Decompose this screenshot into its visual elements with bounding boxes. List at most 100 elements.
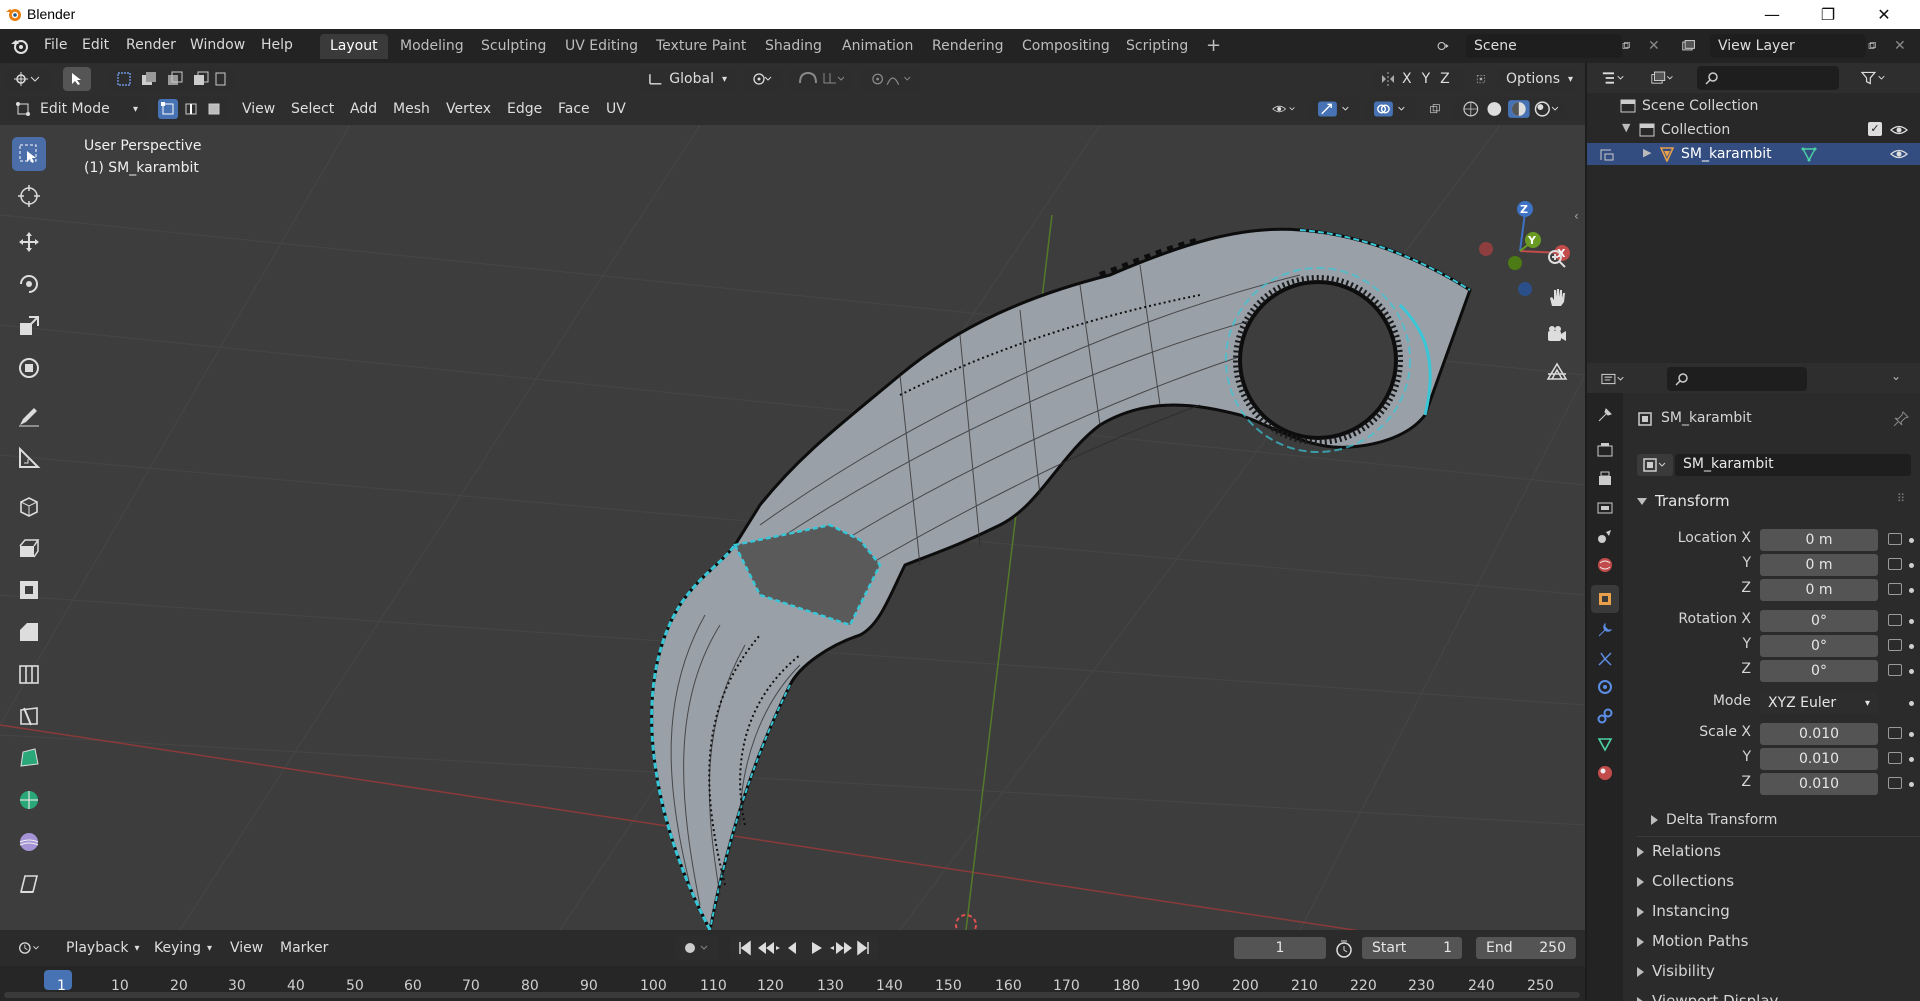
spin-tool[interactable] [12, 783, 46, 817]
keyframe-dot-icon[interactable] [1909, 644, 1914, 649]
object-name-field[interactable]: SM_karambit [1675, 454, 1911, 476]
viewport-menu-edge[interactable]: Edge [499, 97, 550, 121]
rotation-mode-dropdown[interactable]: XYZ Euler ▾ [1760, 692, 1878, 714]
tab-sculpting[interactable]: Sculpting [471, 34, 556, 59]
world-tab-icon[interactable] [1597, 557, 1613, 573]
properties-editor-type-icon[interactable] [1593, 367, 1635, 391]
viewport-menu-view[interactable]: View [234, 97, 283, 121]
collection-exclude-checkbox[interactable]: ✓ [1868, 122, 1882, 136]
collections-panel-header[interactable]: Collections [1637, 872, 1734, 890]
menu-window[interactable]: Window [190, 37, 245, 53]
transform-orientation-dropdown[interactable]: Global ▾ [640, 67, 735, 91]
snap-toggle[interactable] [790, 67, 852, 91]
particles-tab-icon[interactable] [1597, 651, 1613, 667]
keyframe-dot-icon[interactable] [1909, 563, 1914, 568]
lock-icon[interactable] [1888, 752, 1902, 764]
keyframe-dot-icon[interactable] [1909, 732, 1914, 737]
view-layer-field[interactable]: View Layer [1710, 34, 1866, 58]
minimize-button[interactable]: — [1744, 0, 1800, 29]
timeline-menu-keying[interactable]: Keying ▾ [146, 936, 220, 960]
object-expand-icon[interactable]: ▶ [1643, 146, 1651, 159]
viewport-menu-add[interactable]: Add [342, 97, 385, 121]
start-frame-field[interactable]: Start 1 [1362, 937, 1462, 959]
constraints-tab-icon[interactable] [1597, 708, 1613, 724]
karambit-mesh[interactable] [650, 227, 1472, 930]
view-layer-tab-icon[interactable] [1597, 500, 1613, 516]
location-x-field[interactable]: 0 m [1760, 529, 1878, 551]
lock-icon[interactable] [1888, 639, 1902, 651]
gizmo-toggle[interactable] [1310, 97, 1360, 121]
editor-type-icon[interactable] [6, 67, 50, 91]
select-tool-icon[interactable] [63, 67, 91, 91]
annotate-tool[interactable] [12, 399, 46, 433]
menu-help[interactable]: Help [261, 37, 293, 53]
data-tab-icon[interactable] [1597, 736, 1613, 752]
timeline-editor-type-icon[interactable] [10, 936, 50, 960]
mode-dropdown[interactable]: Edit Mode ▾ [8, 97, 146, 121]
knife-tool[interactable] [12, 699, 46, 733]
playback-controls[interactable] [730, 936, 878, 960]
keyframe-dot-icon[interactable] [1909, 669, 1914, 674]
rotation-y-field[interactable]: 0° [1760, 635, 1878, 657]
select-box-tool[interactable] [12, 137, 46, 171]
viewport-menu-select[interactable]: Select [283, 97, 342, 121]
keyframe-dot-icon[interactable] [1909, 701, 1914, 706]
keyframe-dot-icon[interactable] [1909, 588, 1914, 593]
new-scene-icon[interactable] [1614, 34, 1638, 58]
transform-panel-header[interactable]: Transform ⠿ [1637, 492, 1920, 512]
add-workspace-button[interactable]: + [1196, 31, 1231, 56]
lock-icon[interactable] [1888, 614, 1902, 626]
camera-icon[interactable] [1546, 324, 1568, 346]
proportional-editing-toggle[interactable] [862, 67, 920, 91]
lock-icon[interactable] [1888, 583, 1902, 595]
outliner-editor-type-icon[interactable] [1593, 66, 1635, 90]
smooth-tool[interactable] [12, 825, 46, 859]
bevel-tool[interactable] [12, 615, 46, 649]
options-dropdown[interactable]: Options ▾ [1498, 67, 1576, 91]
scene-tab-icon[interactable] [1597, 528, 1613, 544]
panel-drag-handle-icon[interactable]: ⠿ [1897, 492, 1905, 505]
motion-paths-panel-header[interactable]: Motion Paths [1637, 932, 1748, 950]
rotate-tool[interactable] [12, 267, 46, 301]
physics-tab-icon[interactable] [1597, 679, 1613, 695]
menu-file[interactable]: File [44, 37, 67, 53]
move-tool[interactable] [12, 225, 46, 259]
viewport-menu-uv[interactable]: UV [598, 97, 634, 121]
viewport-display-panel-header[interactable]: Viewport Display [1637, 992, 1778, 1001]
material-tab-icon[interactable] [1597, 765, 1613, 781]
viewport-scene[interactable] [0, 125, 1585, 930]
mirror-axes-toggle[interactable]: X Y Z [1372, 67, 1464, 91]
lock-icon[interactable] [1888, 533, 1902, 545]
object-datablock-dropdown[interactable] [1637, 454, 1673, 476]
new-view-layer-icon[interactable] [1860, 34, 1884, 58]
keyframe-dot-icon[interactable] [1909, 782, 1914, 787]
viewport-menu-mesh[interactable]: Mesh [385, 97, 438, 121]
xray-toggle-icon[interactable] [1422, 97, 1448, 121]
visibility-panel-header[interactable]: Visibility [1637, 962, 1715, 980]
poly-build-tool[interactable] [12, 741, 46, 775]
outliner-search-input[interactable] [1697, 66, 1839, 90]
keyframe-dot-icon[interactable] [1909, 619, 1914, 624]
select-mode-toggles[interactable] [155, 97, 227, 121]
keyframe-dot-icon[interactable] [1909, 538, 1914, 543]
filter-dropdown[interactable] [1853, 66, 1895, 90]
loop-cut-tool[interactable] [12, 657, 46, 691]
auto-keying-toggle[interactable] [675, 936, 719, 960]
edge-select-icon[interactable] [181, 99, 201, 119]
properties-search-input[interactable] [1667, 367, 1807, 391]
pan-hand-icon[interactable] [1546, 286, 1568, 308]
timeline-menu-marker[interactable]: Marker [272, 936, 336, 960]
tab-modeling[interactable]: Modeling [390, 34, 474, 59]
overlays-toggle[interactable] [1366, 97, 1416, 121]
mesh-data-icon[interactable] [1801, 146, 1817, 162]
shading-mode-buttons[interactable] [1454, 97, 1566, 121]
scale-z-field[interactable]: 0.010 [1760, 773, 1878, 795]
tab-texture-paint[interactable]: Texture Paint [646, 34, 756, 59]
outliner-row-scene-collection[interactable]: Scene Collection [1587, 95, 1920, 117]
lock-icon[interactable] [1888, 558, 1902, 570]
instancing-panel-header[interactable]: Instancing [1637, 902, 1730, 920]
inset-tool[interactable] [12, 573, 46, 607]
delta-transform-subpanel[interactable]: Delta Transform [1651, 812, 1777, 828]
modifier-tab-icon[interactable] [1597, 622, 1613, 638]
timeline-menu-view[interactable]: View [222, 936, 271, 960]
